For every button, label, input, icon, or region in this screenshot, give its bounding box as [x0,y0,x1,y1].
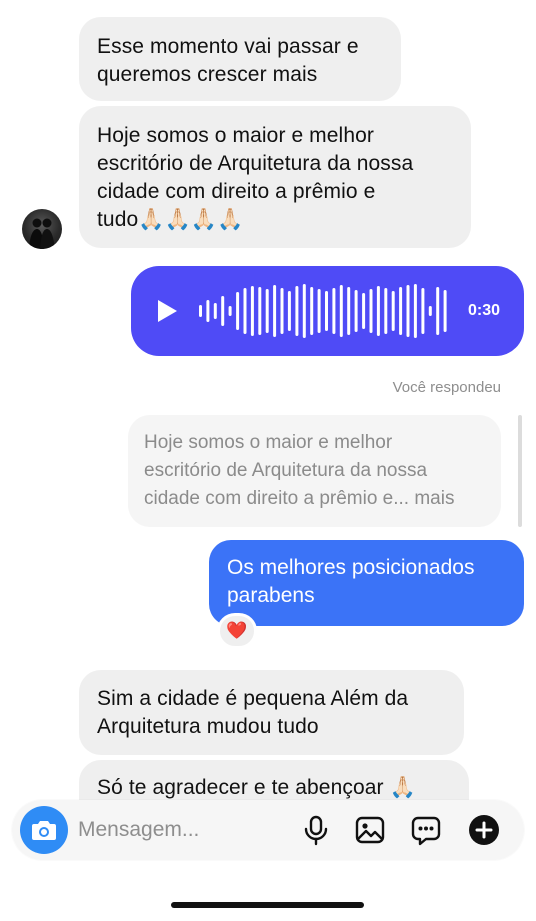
waveform-bar [236,292,240,330]
gallery-icon[interactable] [354,814,386,846]
chat-screen: Esse momento vai passar e queremos cresc… [0,0,536,921]
waveform-bar [287,291,291,331]
home-indicator[interactable] [171,902,364,908]
waveform-bar [443,290,447,332]
waveform-bar [317,289,321,333]
message-text: Hoje somos o maior e melhor escritório d… [97,124,414,231]
heart-reaction[interactable]: ❤️ [217,613,257,649]
waveform-bar [199,305,202,317]
incoming-message[interactable]: Esse momento vai passar e queremos cresc… [79,17,401,101]
microphone-icon[interactable] [300,814,332,846]
waveform-bar [295,286,299,336]
waveform-bar [369,289,373,333]
quoted-text: Hoje somos o maior e melhor escritório d… [144,432,455,509]
waveform-bar [221,296,225,326]
waveform-bar [391,291,395,331]
waveform-bar [436,287,440,335]
waveform-bar [250,286,254,336]
waveform-bar [332,288,336,334]
voice-message[interactable]: 0:30 [131,266,524,356]
incoming-message[interactable]: Sim a cidade é pequena Além da Arquitetu… [79,670,464,755]
waveform-bar [384,288,388,334]
message-text: Só te agradecer e te abençoar 🙏🏻 [97,776,416,799]
waveform-bar [428,306,432,316]
waveform-bar [421,288,425,334]
camera-icon [32,821,56,840]
waveform-bar [228,306,232,316]
waveform-bar [243,288,247,334]
waveform-bar [406,285,410,337]
message-composer [12,800,524,860]
waveform-bar [265,289,269,333]
waveform-bar [206,300,210,322]
incoming-message[interactable]: Hoje somos o maior e melhor escritório d… [79,106,471,248]
quoted-message[interactable]: Hoje somos o maior e melhor escritório d… [128,415,501,527]
avatar[interactable] [22,209,62,249]
waveform-bar [258,287,262,335]
camera-button[interactable] [20,806,68,854]
sticker-icon[interactable] [410,814,442,846]
reply-label: Você respondeu [392,379,501,396]
plus-icon[interactable] [468,814,500,846]
audio-waveform [199,284,447,338]
reply-indicator-bar [518,415,522,527]
message-text: Esse momento vai passar e queremos cresc… [97,35,359,86]
message-input[interactable] [78,814,288,846]
waveform-bar [302,284,306,338]
play-icon[interactable] [155,299,179,323]
waveform-bar [325,291,328,331]
message-text: Sim a cidade é pequena Além da Arquitetu… [97,687,409,738]
waveform-bar [354,290,358,332]
waveform-bar [310,287,314,335]
waveform-bar [376,286,380,336]
outgoing-message[interactable]: Os melhores posicionados parabens [209,540,524,626]
waveform-bar [413,284,417,338]
waveform-bar [273,285,277,337]
waveform-bar [347,287,351,335]
waveform-bar [399,287,403,335]
waveform-bar [280,288,284,334]
voice-duration: 0:30 [467,302,500,319]
waveform-bar [362,293,366,329]
waveform-bar [213,303,217,319]
waveform-bar [339,285,343,337]
message-text: Os melhores posicionados parabens [227,556,475,607]
